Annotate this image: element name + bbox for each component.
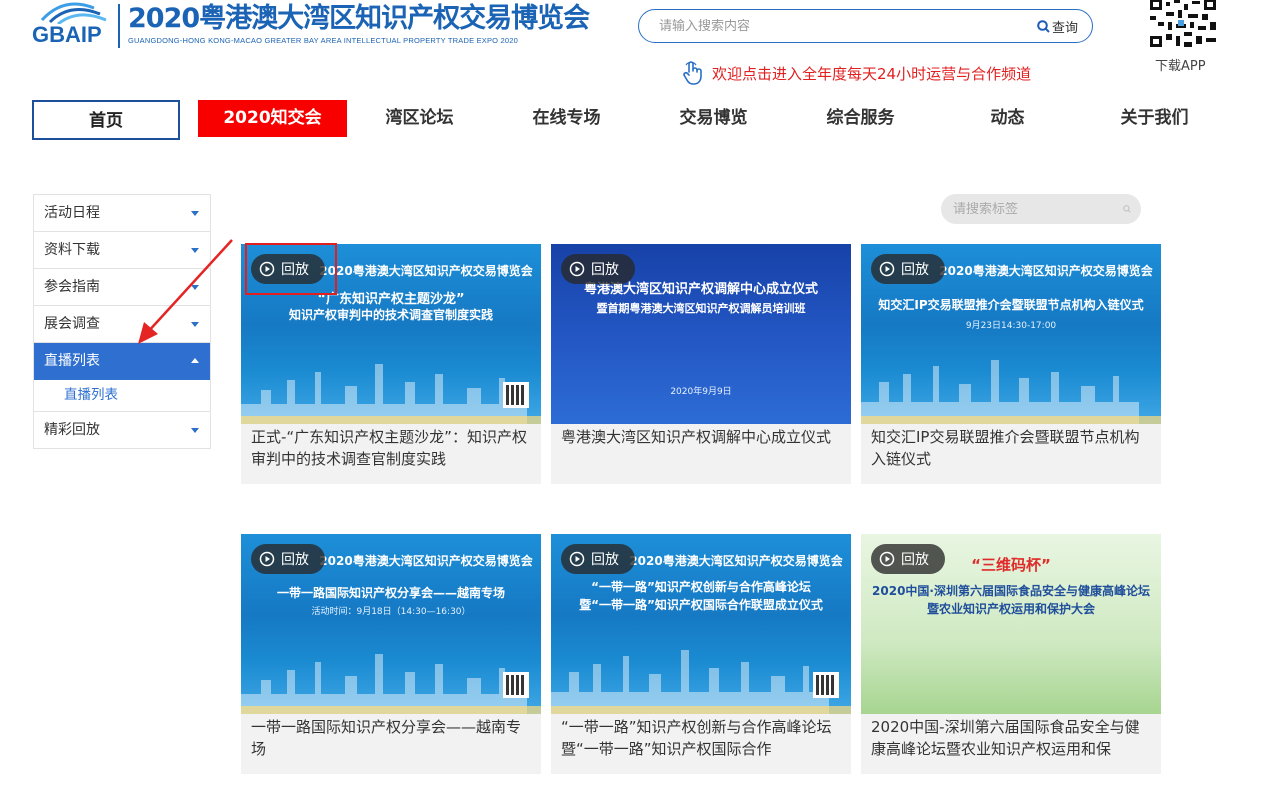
chevron-up-icon xyxy=(191,358,199,363)
poster-line1: 一带一路国际知识产权分享会——越南专场 xyxy=(276,586,505,600)
nav-bay-forum[interactable]: 湾区论坛 xyxy=(372,100,467,137)
replay-label: 回放 xyxy=(591,552,619,568)
poster-qr-icon xyxy=(503,672,529,698)
sidebar-item-live-list[interactable]: 直播列表 xyxy=(34,343,210,380)
poster-line2: 知识产权审判中的技术调查官制度实践 xyxy=(288,308,493,322)
poster-line2: 活动时间：9月18日（14:30—16:30） xyxy=(311,607,471,617)
poster-line2: 2020年9月9日 xyxy=(670,387,732,397)
replay-label: 回放 xyxy=(901,262,929,278)
nav-trade-expo[interactable]: 交易博览 xyxy=(666,100,761,137)
replay-label: 回放 xyxy=(281,552,309,568)
replay-label: 回放 xyxy=(901,552,929,568)
chevron-down-icon xyxy=(191,428,199,433)
poster-line1: 知交汇IP交易联盟推介会暨联盟节点机构入链仪式 xyxy=(878,298,1144,312)
replay-icon xyxy=(879,261,895,277)
replay-badge[interactable]: 回放 xyxy=(561,544,635,574)
city-skyline-icon xyxy=(551,650,851,714)
replay-icon xyxy=(259,551,275,567)
live-card[interactable]: 2020粤港澳大湾区知识产权交易博览会 知交汇IP交易联盟推介会暨联盟节点机构入… xyxy=(861,244,1161,484)
card-thumbnail[interactable]: 2020粤港澳大湾区知识产权交易博览会 知交汇IP交易联盟推介会暨联盟节点机构入… xyxy=(861,244,1161,424)
sidebar-item-label: 活动日程 xyxy=(44,205,100,221)
tag-search xyxy=(941,194,1141,224)
card-caption[interactable]: 知交汇IP交易联盟推介会暨联盟节点机构入链仪式 xyxy=(861,424,1161,482)
sidebar-item-label: 直播列表 xyxy=(44,353,100,369)
site-title: 2020粤港澳大湾区知识产权交易博览会 xyxy=(128,3,590,34)
sidebar-item-label: 展会调查 xyxy=(44,316,100,332)
live-card[interactable]: 2020粤港澳大湾区知识产权交易博览会 一带一路国际知识产权分享会——越南专场 … xyxy=(241,534,541,774)
replay-label: 回放 xyxy=(591,262,619,278)
card-thumbnail[interactable]: 2020粤港澳大湾区知识产权交易博览会 “一带一路”知识产权创新与合作高峰论坛 … xyxy=(551,534,851,714)
logo-divider xyxy=(118,4,120,48)
search-input[interactable] xyxy=(639,18,1037,34)
app-qr-code-icon[interactable] xyxy=(1148,0,1218,48)
card-caption[interactable]: 粤港澳大湾区知识产权调解中心成立仪式 xyxy=(551,424,851,482)
annotation-arrow-icon xyxy=(138,239,233,344)
sidebar-item-label: 参会指南 xyxy=(44,279,100,295)
gbaip-logo-mark: GBAIP xyxy=(30,0,114,50)
welcome-text: 欢迎点击进入全年度每天24小时运营与合作频道 xyxy=(712,64,1032,83)
live-card[interactable]: 2020粤港澳大湾区知识产权交易博览会 “一带一路”知识产权创新与合作高峰论坛 … xyxy=(551,534,851,774)
poster-line1: 暨首期粤港澳大湾区知识产权调解员培训班 xyxy=(596,302,806,315)
poster-line1: “一带一路”知识产权创新与合作高峰论坛 xyxy=(591,580,811,594)
replay-badge[interactable]: 回放 xyxy=(871,544,945,574)
search-icon xyxy=(1037,19,1050,33)
main-nav: 首页 2020知交会 湾区论坛 在线专场 交易博览 综合服务 动态 关于我们 xyxy=(32,100,1232,140)
logo-wordmark: GBAIP xyxy=(32,22,102,47)
hand-pointer-icon xyxy=(683,61,702,85)
card-thumbnail[interactable]: 2020粤港澳大湾区知识产权交易博览会 一带一路国际知识产权分享会——越南专场 … xyxy=(241,534,541,714)
replay-icon xyxy=(569,261,585,277)
live-card[interactable]: 粤港澳大湾区知识产权调解中心成立仪式 暨首期粤港澳大湾区知识产权调解员培训班 2… xyxy=(551,244,851,484)
card-caption[interactable]: “一带一路”知识产权创新与合作高峰论坛暨“一带一路”知识产权国际合作 xyxy=(551,714,851,772)
city-skyline-icon xyxy=(861,360,1161,424)
replay-badge[interactable]: 回放 xyxy=(871,254,945,284)
site-search: 查询 xyxy=(638,9,1093,43)
replay-badge[interactable]: 回放 xyxy=(561,254,635,284)
nav-services[interactable]: 综合服务 xyxy=(813,100,908,137)
poster-line2: 9月23日14:30-17:00 xyxy=(965,321,1057,331)
tag-search-input[interactable] xyxy=(941,201,1123,217)
nav-about[interactable]: 关于我们 xyxy=(1107,100,1202,137)
replay-badge[interactable]: 回放 xyxy=(251,544,325,574)
city-skyline-icon xyxy=(241,654,541,714)
poster-line2: 暨农业知识产权运用和保护大会 xyxy=(926,602,1095,616)
sidebar-item-label: 资料下载 xyxy=(44,242,100,258)
site-logo[interactable]: GBAIP 2020粤港澳大湾区知识产权交易博览会 GUANGDONG-HONG… xyxy=(30,0,590,50)
poster-line2: 暨“一带一路”知识产权国际合作联盟成立仪式 xyxy=(579,598,823,612)
site-subtitle: GUANGDONG-HONG KONG-MACAO GREATER BAY AR… xyxy=(128,36,518,45)
search-button-label: 查询 xyxy=(1051,20,1078,36)
logo-arcs-icon xyxy=(40,2,107,24)
card-caption[interactable]: 一带一路国际知识产权分享会——越南专场 xyxy=(241,714,541,772)
card-thumbnail[interactable]: “三维码杯” 2020中国·深圳第六届国际食品安全与健康高峰论坛 暨农业知识产权… xyxy=(861,534,1161,714)
nav-online-session[interactable]: 在线专场 xyxy=(519,100,614,137)
poster-qr-icon xyxy=(813,672,839,698)
sidebar-item-label: 精彩回放 xyxy=(44,422,100,438)
replay-icon xyxy=(569,551,585,567)
search-icon[interactable] xyxy=(1123,200,1131,218)
download-app-label[interactable]: 下载APP xyxy=(1155,55,1206,74)
welcome-link[interactable]: 欢迎点击进入全年度每天24小时运营与合作频道 xyxy=(682,60,1031,86)
replay-icon xyxy=(879,551,895,567)
card-caption[interactable]: 2020中国-深圳第六届国际食品安全与健康高峰论坛暨农业知识产权运用和保 xyxy=(861,714,1161,772)
search-button[interactable]: 查询 xyxy=(1037,17,1092,36)
card-caption[interactable]: 正式-“广东知识产权主题沙龙”：知识产权审判中的技术调查官制度实践 xyxy=(241,424,541,482)
live-card[interactable]: “三维码杯” 2020中国·深圳第六届国际食品安全与健康高峰论坛 暨农业知识产权… xyxy=(861,534,1161,774)
annotation-highlight-box xyxy=(245,243,337,295)
card-thumbnail[interactable]: 粤港澳大湾区知识产权调解中心成立仪式 暨首期粤港澳大湾区知识产权调解员培训班 2… xyxy=(551,244,851,424)
poster-qr-icon xyxy=(503,382,529,408)
sidebar-item-schedule[interactable]: 活动日程 xyxy=(34,195,210,232)
nav-expo-2020[interactable]: 2020知交会 xyxy=(198,100,347,137)
nav-news[interactable]: 动态 xyxy=(960,100,1055,137)
chevron-down-icon xyxy=(191,211,199,216)
city-skyline-icon xyxy=(241,364,541,424)
nav-home[interactable]: 首页 xyxy=(32,100,180,140)
sidebar-item-replays[interactable]: 精彩回放 xyxy=(34,412,210,449)
sidebar-subitem-live-list[interactable]: 直播列表 xyxy=(34,380,210,412)
poster-line1: 2020中国·深圳第六届国际食品安全与健康高峰论坛 xyxy=(872,584,1150,598)
